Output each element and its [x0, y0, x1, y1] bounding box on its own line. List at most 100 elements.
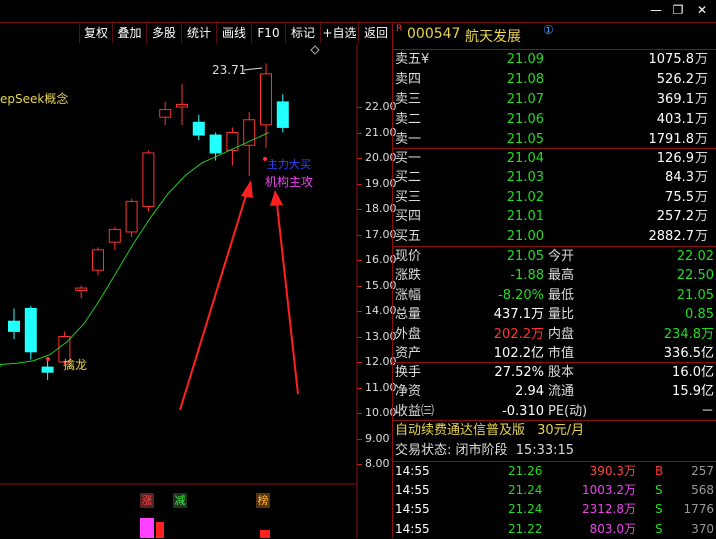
stat-value: 21.05 — [676, 287, 714, 303]
stat-value: -1.88 — [510, 268, 544, 284]
ask-unit: 万 — [694, 92, 708, 107]
trade-count: 1776 — [683, 502, 714, 517]
stat-label: 最低 — [548, 287, 575, 303]
annotation-main-force: 主力大买 — [267, 158, 311, 171]
toolbar-statistics[interactable]: 统计 — [181, 23, 216, 43]
chart-toolbar: 复权 叠加 多股 统计 画线 F10 标记 +自选 返回 — [0, 23, 392, 44]
price-tick — [357, 285, 362, 287]
toolbar-back[interactable]: 返回 — [358, 23, 393, 43]
kline-canvas — [0, 44, 358, 538]
ask-row[interactable]: 卖三 21.07 369.1 万 — [393, 90, 716, 110]
ask-row[interactable]: 卖二 21.06 403.1 万 — [393, 110, 716, 130]
stat-value: 202.2万 — [493, 326, 544, 342]
ask-volume: 1075.8 — [648, 52, 695, 67]
bid-unit: 万 — [694, 189, 708, 205]
trade-side: S — [655, 521, 663, 536]
event-tag-reduce[interactable]: 减 — [173, 493, 187, 508]
stat-label: 总量 — [395, 307, 422, 323]
ask-volume: 526.2 — [656, 72, 694, 87]
diamond-icon[interactable] — [310, 45, 320, 55]
minimize-button[interactable]: — — [646, 2, 666, 18]
event-tag-up[interactable]: 涨 — [140, 493, 154, 508]
volume-bar — [260, 530, 270, 538]
toolbar-overlay[interactable]: 叠加 — [112, 23, 146, 43]
stat-row: 外盘 202.2万 内盘 234.8万 — [393, 325, 716, 345]
bid-price: 21.03 — [506, 170, 544, 186]
candle-body — [159, 109, 172, 118]
trade-status-value: 闭市阶段 — [455, 443, 508, 458]
stat-label: 现价 — [395, 249, 422, 264]
candle-body — [125, 200, 138, 233]
bid-row[interactable]: 买二 21.03 84.3 万 — [393, 168, 716, 188]
price-tick — [357, 311, 362, 312]
trade-side: S — [655, 502, 663, 517]
stat-value: 22.50 — [676, 268, 714, 284]
ask-row[interactable]: 卖四 21.08 526.2 万 — [393, 70, 716, 90]
promo-label: 自动续费通达信普及版 — [395, 423, 526, 438]
stat-label: 内盘 — [548, 326, 575, 342]
price-tick — [357, 336, 362, 338]
ask-unit: 万 — [694, 112, 708, 127]
stat-value: － — [700, 403, 714, 419]
price-tick — [357, 387, 362, 389]
bid-row[interactable]: 买四 21.01 257.2 万 — [393, 207, 716, 227]
toolbar-draw-line[interactable]: 画线 — [216, 23, 251, 43]
stat-label: 涨幅 — [395, 287, 422, 303]
ask-label: 卖二 — [395, 112, 422, 127]
ask-price: 21.06 — [506, 112, 544, 127]
promo-price: 30元/月 — [537, 423, 585, 438]
stat-label: 资产 — [395, 346, 422, 361]
bid-row[interactable]: 买一 21.04 126.9 万 — [393, 149, 716, 169]
bid-volume: 257.2 — [656, 209, 694, 225]
ask-row[interactable]: 卖五¥ 21.09 1075.8 万 — [393, 50, 716, 70]
trade-side: B — [655, 464, 664, 478]
toolbar-mark[interactable]: 标记 — [285, 23, 320, 43]
bid-label: 买三 — [395, 189, 422, 205]
info-icon[interactable]: ① — [543, 23, 554, 37]
stat-label: 外盘 — [395, 326, 422, 342]
candle-body — [108, 228, 121, 243]
ask-row[interactable]: 卖一 21.05 1791.8 万 — [393, 130, 716, 150]
stat-row: 涨幅 -8.20% 最低 21.05 — [393, 286, 716, 306]
price-tick — [357, 132, 362, 134]
stat-value: 22.02 — [676, 249, 714, 264]
trade-price: 21.26 — [508, 464, 543, 478]
stat-label: 股本 — [548, 365, 575, 380]
price-tick-label: 9.00 — [365, 431, 390, 445]
trade-time: 14:55 — [395, 521, 430, 536]
toolbar-add-watchlist[interactable]: +自选 — [320, 23, 358, 43]
bid-row[interactable]: 买三 21.02 75.5 万 — [393, 188, 716, 208]
close-button[interactable]: ✕ — [692, 2, 712, 18]
stat-value: 15.9亿 — [672, 384, 714, 400]
restore-button[interactable]: ❐ — [668, 2, 688, 18]
kline-chart[interactable]: epSeek概念 23.71 主力大买 机构主攻 擒龙 涨 减 榜 22.00 2… — [0, 44, 397, 538]
toolbar-multi-stock[interactable]: 多股 — [146, 23, 181, 43]
stock-header[interactable]: R 000547 航天发展 ① — [393, 23, 716, 47]
candle-body — [176, 103, 188, 108]
ask-volume: 403.1 — [656, 112, 694, 127]
volume-bar — [140, 518, 154, 538]
stat-value: 2.94 — [515, 384, 544, 400]
annotation-institution: 机构主攻 — [265, 175, 314, 189]
candle-body — [276, 101, 289, 128]
stat-label: 涨跌 — [395, 268, 422, 284]
bid-volume: 126.9 — [656, 151, 694, 166]
ask-label: 卖三 — [395, 92, 422, 107]
ask-price: 21.09 — [506, 52, 544, 67]
bid-unit: 万 — [694, 151, 708, 166]
stat-label: 净资 — [395, 384, 422, 400]
stat-value: -0.310 — [502, 403, 544, 419]
toolbar-fuquan[interactable]: 复权 — [79, 23, 112, 43]
bid-row[interactable]: 买五 21.00 2882.7 万 — [393, 227, 716, 247]
toolbar-f10[interactable]: F10 — [251, 23, 285, 43]
arrow-left-shaft — [179, 191, 248, 411]
concept-label[interactable]: epSeek概念 — [0, 90, 68, 107]
bid-price: 21.00 — [506, 228, 544, 244]
title-bar: — ❐ ✕ — [0, 0, 716, 22]
promo-text[interactable]: 自动续费通达信普及版 30元/月 — [395, 421, 584, 441]
stat-row: 涨跌 -1.88 最高 22.50 — [393, 266, 716, 286]
bid-label: 买五 — [395, 228, 422, 244]
bid-label: 买一 — [395, 151, 422, 166]
event-tag-billboard[interactable]: 榜 — [256, 493, 270, 508]
price-tick — [357, 464, 362, 465]
